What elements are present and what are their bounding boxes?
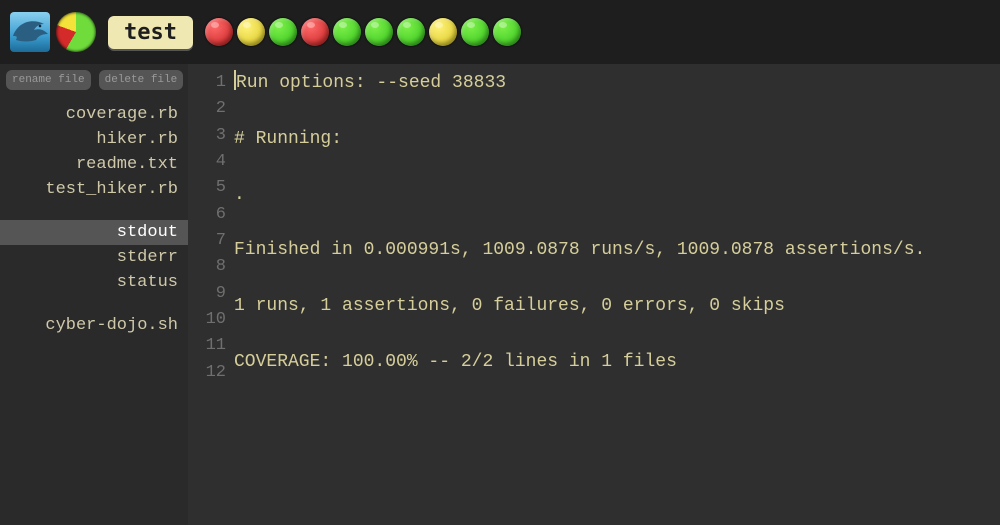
code-line [234, 265, 1000, 293]
line-number: 2 [188, 96, 226, 122]
avatar-icon[interactable] [10, 12, 50, 52]
text-cursor [234, 70, 236, 90]
traffic-light-6[interactable] [397, 18, 425, 46]
line-number: 8 [188, 254, 226, 280]
traffic-light-1[interactable] [237, 18, 265, 46]
file-buttons: rename file delete file [0, 70, 188, 102]
traffic-light-0[interactable] [205, 18, 233, 46]
line-number-gutter: 123456789101112 [188, 70, 234, 525]
spacer [0, 295, 188, 313]
code-line [234, 154, 1000, 182]
editor[interactable]: 123456789101112 Run options: --seed 3883… [188, 64, 1000, 525]
output-item-status[interactable]: status [0, 270, 188, 295]
line-number: 11 [188, 333, 226, 359]
line-number: 7 [188, 228, 226, 254]
code-line [234, 210, 1000, 238]
line-number: 9 [188, 281, 226, 307]
line-number: 10 [188, 307, 226, 333]
file-list: coverage.rbhiker.rbreadme.txttest_hiker.… [0, 102, 188, 338]
code-area[interactable]: Run options: --seed 38833 # Running: . F… [234, 70, 1000, 525]
code-line: Finished in 0.000991s, 1009.0878 runs/s,… [234, 237, 1000, 265]
line-number: 4 [188, 149, 226, 175]
traffic-light-7[interactable] [429, 18, 457, 46]
code-line [234, 377, 1000, 405]
traffic-light-2[interactable] [269, 18, 297, 46]
toolbar: test [0, 0, 1000, 64]
traffic-light-3[interactable] [301, 18, 329, 46]
delete-file-button[interactable]: delete file [99, 70, 184, 90]
line-number: 3 [188, 123, 226, 149]
code-line [234, 321, 1000, 349]
code-line: COVERAGE: 100.00% -- 2/2 lines in 1 file… [234, 349, 1000, 377]
code-line: # Running: [234, 126, 1000, 154]
rename-file-button[interactable]: rename file [6, 70, 91, 90]
file-item-test_hiker-rb[interactable]: test_hiker.rb [0, 177, 188, 202]
traffic-light-9[interactable] [493, 18, 521, 46]
traffic-light-5[interactable] [365, 18, 393, 46]
traffic-lights [205, 18, 521, 46]
code-line [234, 98, 1000, 126]
script-item-cyber-dojo-sh[interactable]: cyber-dojo.sh [0, 313, 188, 338]
file-item-hiker-rb[interactable]: hiker.rb [0, 127, 188, 152]
main: rename file delete file coverage.rbhiker… [0, 64, 1000, 525]
code-line: 1 runs, 1 assertions, 0 failures, 0 erro… [234, 293, 1000, 321]
code-line: . [234, 182, 1000, 210]
file-item-coverage-rb[interactable]: coverage.rb [0, 102, 188, 127]
line-number: 1 [188, 70, 226, 96]
line-number: 5 [188, 175, 226, 201]
traffic-light-8[interactable] [461, 18, 489, 46]
sidebar: rename file delete file coverage.rbhiker… [0, 64, 188, 525]
file-item-readme-txt[interactable]: readme.txt [0, 152, 188, 177]
spacer [0, 202, 188, 220]
line-number: 12 [188, 360, 226, 386]
output-item-stderr[interactable]: stderr [0, 245, 188, 270]
output-item-stdout[interactable]: stdout [0, 220, 188, 245]
line-number: 6 [188, 202, 226, 228]
traffic-light-4[interactable] [333, 18, 361, 46]
test-result-pie-icon[interactable] [56, 12, 96, 52]
code-line: Run options: --seed 38833 [234, 70, 1000, 98]
test-button[interactable]: test [108, 16, 193, 49]
